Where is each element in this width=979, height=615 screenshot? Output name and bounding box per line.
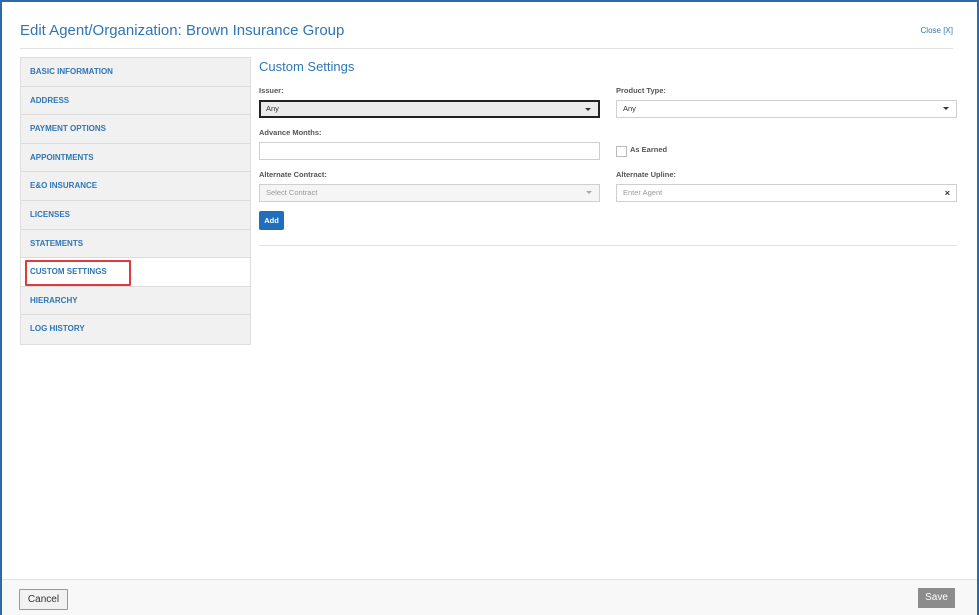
sidebar-item-label: APPOINTMENTS xyxy=(30,152,94,162)
sidebar-item-label: LICENSES xyxy=(30,209,71,219)
sidebar-nav: BASIC INFORMATION ADDRESS PAYMENT OPTION… xyxy=(20,57,251,345)
add-button[interactable]: Add xyxy=(259,211,284,230)
sidebar-item-label: LOG HISTORY xyxy=(30,324,85,334)
advance-months-input[interactable] xyxy=(259,142,600,160)
chevron-down-icon xyxy=(943,107,949,110)
sidebar-item-label: HIERARCHY xyxy=(30,295,78,305)
sidebar-item-eo-insurance[interactable]: E&O INSURANCE xyxy=(21,172,250,201)
alternate-contract-label: Alternate Contract: xyxy=(259,170,327,179)
product-type-label: Product Type: xyxy=(616,86,666,95)
sidebar-item-custom-settings[interactable]: CUSTOM SETTINGS xyxy=(21,258,250,287)
sidebar-item-label: PAYMENT OPTIONS xyxy=(30,124,107,134)
product-type-value: Any xyxy=(623,104,636,113)
sidebar-item-hierarchy[interactable]: HIERARCHY xyxy=(21,286,250,316)
chevron-down-icon xyxy=(586,191,592,194)
page-title: Edit Agent/Organization: Brown Insurance… xyxy=(20,22,345,39)
sidebar-item-label: STATEMENTS xyxy=(30,238,84,248)
product-type-select[interactable]: Any xyxy=(616,100,957,118)
as-earned-checkbox[interactable] xyxy=(616,146,627,157)
sidebar-item-label: BASIC INFORMATION xyxy=(30,67,113,76)
issuer-value: Any xyxy=(266,104,279,113)
dialog-header: Edit Agent/Organization: Brown Insurance… xyxy=(20,2,953,49)
sidebar-item-address[interactable]: ADDRESS xyxy=(21,86,250,116)
sidebar-item-label: E&O INSURANCE xyxy=(30,181,98,191)
sidebar-item-appointments[interactable]: APPOINTMENTS xyxy=(21,143,250,173)
sidebar-item-log-history[interactable]: LOG HISTORY xyxy=(21,315,250,344)
dialog-footer: Cancel Save xyxy=(2,579,977,615)
custom-settings-panel: Custom Settings Issuer: Any Product Type… xyxy=(259,57,957,246)
sidebar-item-licenses[interactable]: LICENSES xyxy=(21,200,250,230)
alternate-upline-label: Alternate Upline: xyxy=(616,170,677,179)
sidebar-item-payment-options[interactable]: PAYMENT OPTIONS xyxy=(21,115,250,144)
sidebar-item-basic-information[interactable]: BASIC INFORMATION xyxy=(21,58,250,87)
alternate-contract-select[interactable]: Select Contract xyxy=(259,184,600,202)
edit-agent-dialog: Edit Agent/Organization: Brown Insurance… xyxy=(0,0,979,615)
chevron-down-icon xyxy=(585,108,591,111)
clear-icon[interactable]: × xyxy=(945,185,950,201)
section-title: Custom Settings xyxy=(259,59,355,74)
as-earned-label: As Earned xyxy=(630,145,668,154)
alternate-upline-input[interactable]: Enter Agent × xyxy=(616,184,957,202)
save-button[interactable]: Save xyxy=(918,588,955,608)
sidebar-item-statements[interactable]: STATEMENTS xyxy=(21,229,250,259)
advance-months-label: Advance Months: xyxy=(259,128,322,137)
cancel-button[interactable]: Cancel xyxy=(19,589,68,610)
issuer-label: Issuer: xyxy=(259,86,284,95)
alternate-upline-placeholder: Enter Agent xyxy=(623,188,663,197)
selection-highlight xyxy=(25,260,131,287)
alternate-contract-placeholder: Select Contract xyxy=(266,188,318,197)
sidebar-item-label: ADDRESS xyxy=(30,95,70,105)
issuer-select[interactable]: Any xyxy=(259,100,600,118)
section-divider xyxy=(259,245,957,246)
close-link[interactable]: Close [X] xyxy=(921,26,953,35)
